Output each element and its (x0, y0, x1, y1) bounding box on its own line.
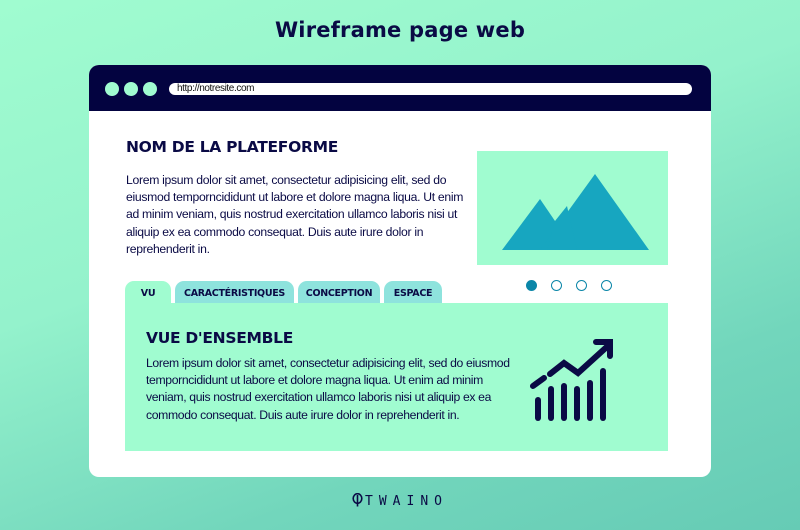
overview-heading: VUE D'ENSEMBLE (146, 329, 293, 347)
leaf-icon (352, 493, 363, 507)
browser-window: http://notresite.com NOM DE LA PLATEFORM… (89, 65, 711, 477)
tab-panel: VUE D'ENSEMBLE Lorem ipsum dolor sit ame… (125, 303, 668, 451)
tab-espace[interactable]: ESPACE (384, 281, 442, 303)
hero-image-placeholder (477, 151, 668, 265)
window-control-dot[interactable] (124, 82, 138, 96)
tab-caracteristiques[interactable]: CARACTÉRISTIQUES (175, 281, 294, 303)
window-control-dot[interactable] (105, 82, 119, 96)
carousel-dot-1[interactable] (526, 280, 537, 291)
page-title: Wireframe page web (274, 18, 526, 42)
mountain-image-icon (502, 174, 649, 250)
brand-name: TWAINO (365, 494, 448, 509)
platform-name-heading: NOM DE LA PLATEFORME (126, 138, 338, 156)
growth-chart-icon (530, 339, 613, 421)
carousel-dot-2[interactable] (551, 280, 562, 291)
overview-paragraph: Lorem ipsum dolor sit amet, consectetur … (146, 356, 510, 422)
address-bar[interactable]: http://notresite.com (169, 83, 692, 95)
window-control-dot[interactable] (143, 82, 157, 96)
browser-toolbar: http://notresite.com (89, 65, 711, 111)
tab-vu[interactable]: VU (125, 281, 171, 303)
intro-paragraph: Lorem ipsum dolor sit amet, consectetur … (126, 173, 464, 256)
tab-conception[interactable]: CONCEPTION (298, 281, 380, 303)
brand-logo: TWAINO (0, 493, 800, 509)
carousel-dot-3[interactable] (576, 280, 587, 291)
carousel-dot-4[interactable] (601, 280, 612, 291)
